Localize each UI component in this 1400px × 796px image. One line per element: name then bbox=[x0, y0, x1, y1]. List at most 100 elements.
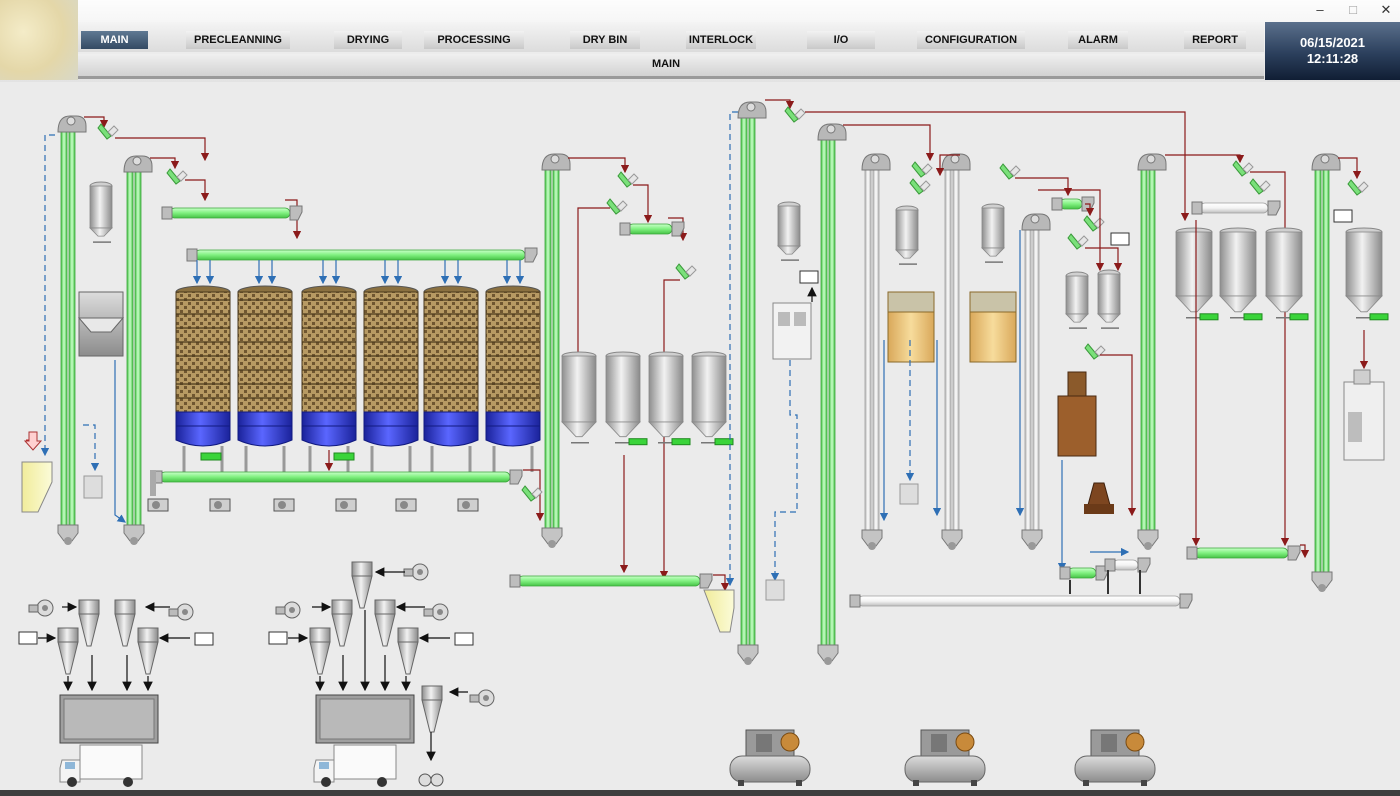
valve-2[interactable] bbox=[166, 168, 188, 185]
conveyor-to-bins[interactable] bbox=[619, 221, 685, 237]
conveyor-dryer-feed[interactable] bbox=[186, 247, 538, 263]
dust-status-box[interactable] bbox=[194, 632, 214, 646]
valve-7[interactable] bbox=[784, 106, 806, 123]
nav-button-processing[interactable]: PROCESSING bbox=[424, 31, 524, 49]
dust-truck[interactable] bbox=[313, 744, 397, 787]
dust-cyclone[interactable] bbox=[331, 599, 353, 647]
conveyor-grading[interactable] bbox=[1191, 200, 1281, 216]
dust-cyclone[interactable] bbox=[78, 599, 100, 647]
air-compressor-2[interactable] bbox=[904, 729, 986, 786]
whitener-bin-1[interactable] bbox=[1065, 271, 1089, 329]
dust-cyclone[interactable] bbox=[351, 561, 373, 609]
blower-fan-icon[interactable] bbox=[403, 563, 429, 581]
nav-button-configuration[interactable]: CONFIGURATION bbox=[917, 31, 1025, 49]
conveyor-packing-feed[interactable] bbox=[1186, 545, 1301, 561]
close-icon[interactable]: ✕ bbox=[1373, 2, 1399, 18]
dust-bin[interactable] bbox=[59, 694, 159, 744]
gravity-separator[interactable] bbox=[772, 302, 812, 360]
polisher-top[interactable] bbox=[1067, 371, 1087, 397]
valve-12[interactable] bbox=[1067, 233, 1089, 250]
status-box-3[interactable] bbox=[1333, 209, 1353, 223]
dryer-4[interactable] bbox=[363, 285, 419, 472]
product-bin-1[interactable] bbox=[1175, 227, 1219, 321]
valve-14[interactable] bbox=[1232, 160, 1254, 177]
precleaner-bin-1[interactable] bbox=[89, 181, 113, 243]
valve-6[interactable] bbox=[675, 263, 697, 280]
blower-fan-icon[interactable] bbox=[168, 603, 194, 621]
cleaner-bin-1[interactable] bbox=[777, 201, 801, 261]
status-box-1[interactable] bbox=[799, 270, 819, 284]
conveyor-dry-bins-out[interactable] bbox=[509, 573, 713, 589]
husker-bin-2[interactable] bbox=[981, 203, 1005, 263]
husker-bin-1[interactable] bbox=[895, 205, 919, 265]
elevator-processing-4[interactable] bbox=[941, 153, 971, 550]
air-compressor-1[interactable] bbox=[729, 729, 811, 786]
packing-bin[interactable] bbox=[1345, 227, 1389, 321]
dryer-fan-5[interactable] bbox=[395, 498, 417, 512]
dust-status-box[interactable] bbox=[454, 632, 474, 646]
elevator-dryer-out[interactable] bbox=[541, 153, 571, 548]
dust-status-box[interactable] bbox=[268, 631, 288, 645]
dryer-fan-3[interactable] bbox=[273, 498, 295, 512]
conveyor-small-1[interactable] bbox=[1059, 565, 1109, 581]
dust-cyclone[interactable] bbox=[137, 627, 159, 675]
nav-button-dry-bin[interactable]: DRY BIN bbox=[570, 31, 640, 49]
dust-cyclone[interactable] bbox=[309, 627, 331, 675]
whitener-bin-2[interactable] bbox=[1097, 269, 1121, 329]
conveyor-small-2[interactable] bbox=[1104, 557, 1151, 573]
dust-status-box[interactable] bbox=[18, 631, 38, 645]
polisher[interactable] bbox=[1057, 395, 1097, 457]
valve-10[interactable] bbox=[999, 163, 1021, 180]
dryer-5[interactable] bbox=[423, 285, 479, 472]
valve-8[interactable] bbox=[911, 161, 933, 178]
nav-button-precleanning[interactable]: PRECLEANNING bbox=[186, 31, 290, 49]
air-compressor-3[interactable] bbox=[1074, 729, 1156, 786]
valve-11[interactable] bbox=[1083, 215, 1105, 232]
blower-fan-icon[interactable] bbox=[423, 603, 449, 621]
dryer-3[interactable] bbox=[301, 285, 357, 472]
color-sorter[interactable] bbox=[1087, 482, 1111, 506]
valve-1[interactable] bbox=[97, 123, 119, 140]
valve-5[interactable] bbox=[606, 198, 628, 215]
dryer-fan-4[interactable] bbox=[335, 498, 357, 512]
valve-9[interactable] bbox=[909, 178, 931, 195]
dryer-6[interactable] bbox=[485, 285, 541, 472]
dryer-fan-1[interactable] bbox=[147, 498, 169, 512]
blower-fan-icon[interactable] bbox=[275, 601, 301, 619]
conveyor-dryer-discharge[interactable] bbox=[151, 469, 523, 485]
conveyor-precleaner-out[interactable] bbox=[161, 205, 303, 221]
dry-bin-1[interactable] bbox=[561, 351, 597, 444]
dry-bin-2[interactable] bbox=[605, 351, 648, 446]
elevator-processing-1[interactable] bbox=[737, 101, 767, 665]
dust-cyclone-7[interactable] bbox=[421, 685, 443, 733]
dust-truck[interactable] bbox=[59, 744, 143, 787]
dust-cyclone[interactable] bbox=[374, 599, 396, 647]
valve-16[interactable] bbox=[1347, 179, 1369, 196]
nav-button-drying[interactable]: DRYING bbox=[334, 31, 402, 49]
intake-pit[interactable] bbox=[21, 461, 53, 513]
elevator-processing-2[interactable] bbox=[817, 123, 847, 665]
dust-bag[interactable] bbox=[83, 475, 103, 499]
dust-cyclone[interactable] bbox=[397, 627, 419, 675]
product-bin-2[interactable] bbox=[1219, 227, 1263, 321]
dust-bin[interactable] bbox=[315, 694, 415, 744]
dust-bag-2[interactable] bbox=[765, 579, 785, 601]
dust-cyclone[interactable] bbox=[57, 627, 79, 675]
dryer-1[interactable] bbox=[175, 285, 231, 472]
elevator-processing-6[interactable] bbox=[1137, 153, 1167, 550]
elevator-processing-5[interactable] bbox=[1021, 213, 1051, 550]
dryer-2[interactable] bbox=[237, 285, 293, 472]
product-bin-3[interactable] bbox=[1265, 227, 1309, 321]
nav-button-i-o[interactable]: I/O bbox=[807, 31, 875, 49]
blower-fan-icon[interactable] bbox=[469, 689, 495, 707]
valve-13[interactable] bbox=[1084, 343, 1106, 360]
elevator-intake-2[interactable] bbox=[123, 155, 153, 545]
nav-button-main[interactable]: MAIN bbox=[81, 31, 148, 49]
conveyor-return[interactable] bbox=[849, 593, 1193, 609]
valve-3[interactable] bbox=[521, 485, 543, 502]
status-box-2[interactable] bbox=[1110, 232, 1130, 246]
dryer-fan-6[interactable] bbox=[457, 498, 479, 512]
maximize-icon[interactable]: □ bbox=[1340, 2, 1366, 18]
nav-button-interlock[interactable]: INTERLOCK bbox=[686, 31, 756, 49]
processing-intake-hopper[interactable] bbox=[703, 589, 735, 633]
